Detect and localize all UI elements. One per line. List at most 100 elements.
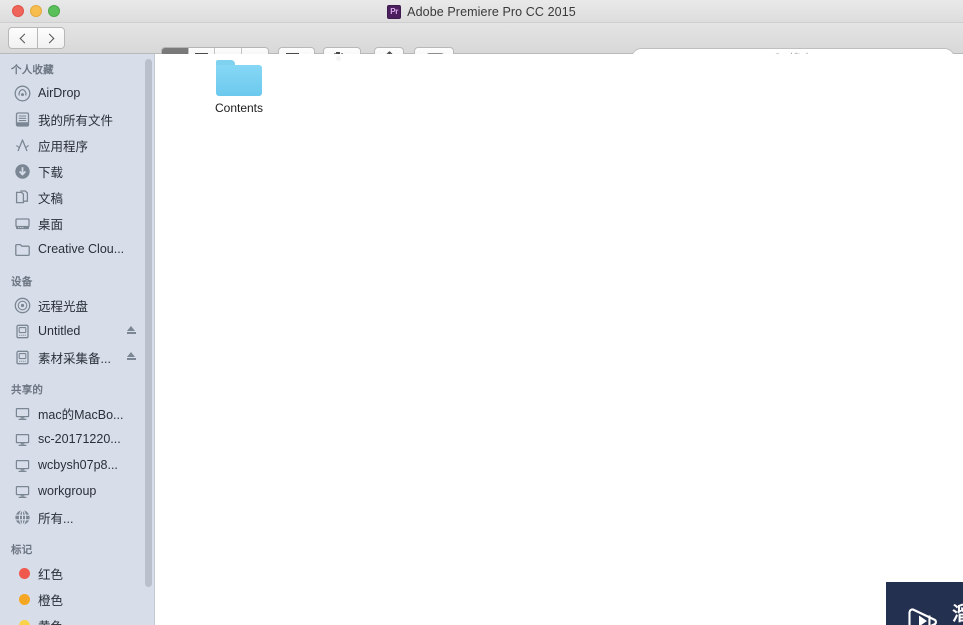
sidebar-item[interactable]: Creative Clou... (0, 236, 154, 262)
display-icon (14, 431, 31, 448)
window-title: Adobe Premiere Pro CC 2015 (407, 4, 576, 19)
watermark-title: 溜溜自学 (952, 605, 963, 624)
applications-icon (16, 138, 29, 151)
hard-drive-icon (14, 323, 31, 340)
remote-disc-icon (14, 297, 31, 313)
sidebar-item[interactable]: mac的MacBo... (0, 400, 154, 426)
remote-disc-icon (14, 297, 31, 314)
display-icon (15, 407, 30, 420)
airdrop-icon (14, 85, 31, 101)
sidebar-section-header: 个人收藏 (11, 64, 54, 76)
hard-drive-icon (16, 324, 29, 338)
back-chevron-icon (19, 33, 30, 43)
sidebar-item[interactable]: 应用程序 (0, 132, 154, 158)
sidebar-item-label: 红色 (38, 567, 64, 582)
tag-color-dot (19, 593, 30, 605)
watermark: 溜溜自学 ZIXUE.3D66.COM (886, 582, 963, 625)
close-button[interactable] (12, 5, 24, 17)
sidebar-item[interactable]: 文稿 (0, 184, 154, 210)
sidebar-item-label: 素材采集备... (38, 351, 111, 366)
file-browser-content[interactable]: Contents 溜溜自学 ZIXUE.3D66.COM (156, 54, 963, 625)
eject-icon[interactable] (126, 326, 136, 334)
sidebar-item-label: AirDrop (38, 86, 81, 100)
title-group: Pr Adobe Premiere Pro CC 2015 (0, 0, 963, 23)
sidebar-item[interactable]: 我的所有文件 (0, 106, 154, 132)
hard-drive-icon (14, 349, 31, 366)
sidebar-item-label: 应用程序 (38, 139, 89, 154)
sidebar-item[interactable]: workgroup (0, 478, 154, 504)
display-icon (15, 433, 30, 446)
network-icon (14, 509, 31, 526)
network-icon (15, 509, 30, 525)
downloads-icon (15, 163, 30, 179)
sidebar-section-header: 设备 (11, 276, 33, 288)
eject-icon[interactable] (126, 352, 136, 360)
forward-button[interactable] (36, 27, 65, 49)
applications-icon (14, 137, 31, 154)
documents-icon (15, 189, 29, 203)
tag-dot (14, 591, 31, 608)
airdrop-icon (14, 85, 31, 102)
sidebar-item-label: 我的所有文件 (38, 113, 114, 128)
play-button-logo (903, 601, 943, 625)
premiere-pro-icon: Pr (387, 4, 402, 19)
sidebar-item[interactable]: 红色 (0, 560, 154, 586)
sidebar-item[interactable]: 下载 (0, 158, 154, 184)
all-files-icon (15, 111, 30, 127)
forward-chevron-icon (44, 33, 55, 43)
folder-icon (15, 243, 30, 256)
sidebar-item-label: sc-20171220... (38, 432, 121, 446)
display-icon (15, 459, 30, 472)
documents-icon (14, 189, 31, 206)
sidebar-item-label: Creative Clou... (38, 242, 125, 256)
sidebar-item[interactable]: 橙色 (0, 586, 154, 612)
display-icon (14, 457, 31, 474)
sidebar-item-label: 桌面 (38, 217, 64, 232)
all-files-icon (14, 111, 31, 128)
sidebar-item[interactable]: 远程光盘 (0, 292, 154, 318)
sidebar-item[interactable]: wcbysh07p8... (0, 452, 154, 478)
display-icon (14, 483, 31, 500)
sidebar-item[interactable]: sc-20171220... (0, 426, 154, 452)
sidebar-item-label: workgroup (38, 484, 97, 498)
sidebar-scrollbar[interactable] (145, 59, 152, 587)
back-button[interactable] (8, 27, 37, 49)
desktop-icon (14, 215, 31, 232)
sidebar-item[interactable]: Untitled (0, 318, 154, 344)
toolbar: 搜索 (0, 23, 963, 70)
downloads-icon (14, 163, 31, 180)
sidebar-section-header: 共享的 (11, 384, 44, 396)
title-bar: Pr Adobe Premiere Pro CC 2015 (0, 0, 963, 23)
sidebar-item[interactable]: AirDrop (0, 80, 154, 106)
watermark-text: 溜溜自学 ZIXUE.3D66.COM (952, 605, 963, 625)
sidebar-item-label: 所有... (38, 511, 74, 526)
sidebar-item[interactable]: 素材采集备... (0, 344, 154, 370)
tag-color-dot (19, 567, 30, 579)
sidebar-item[interactable]: 黄色 (0, 612, 154, 625)
minimize-button[interactable] (30, 5, 42, 17)
folder-icon (216, 60, 262, 96)
hard-drive-icon (16, 350, 29, 364)
folder-icon (14, 241, 31, 258)
sidebar-item-label: 黄色 (38, 616, 63, 625)
sidebar-item-label: 下载 (38, 165, 64, 180)
tag-color-dot (19, 619, 30, 625)
display-icon (14, 405, 31, 422)
sidebar-item[interactable]: 所有... (0, 504, 154, 530)
sidebar-item-label: 文稿 (38, 191, 64, 206)
maximize-button[interactable] (48, 5, 60, 17)
file-item-contents[interactable]: Contents (193, 60, 285, 115)
sidebar-item[interactable]: 桌面 (0, 210, 154, 236)
navigation-buttons (8, 27, 65, 49)
desktop-icon (15, 217, 30, 229)
sidebar-item-label: mac的MacBo... (38, 407, 124, 422)
sidebar: 个人收藏 AirDrop 我的所有文件 应用程序下载文稿桌面 Creative Clou… (0, 54, 155, 625)
sidebar-section-header: 标记 (11, 544, 33, 556)
finder-window: Pr Adobe Premiere Pro CC 2015 个人收藏 AirDr… (0, 0, 963, 625)
sidebar-item-label: Untitled (38, 324, 81, 338)
tag-dot (14, 617, 31, 625)
display-icon (15, 485, 30, 498)
tag-dot (14, 565, 31, 582)
sidebar-item-label: wcbysh07p8... (38, 458, 118, 472)
file-item-label: Contents (214, 101, 264, 115)
